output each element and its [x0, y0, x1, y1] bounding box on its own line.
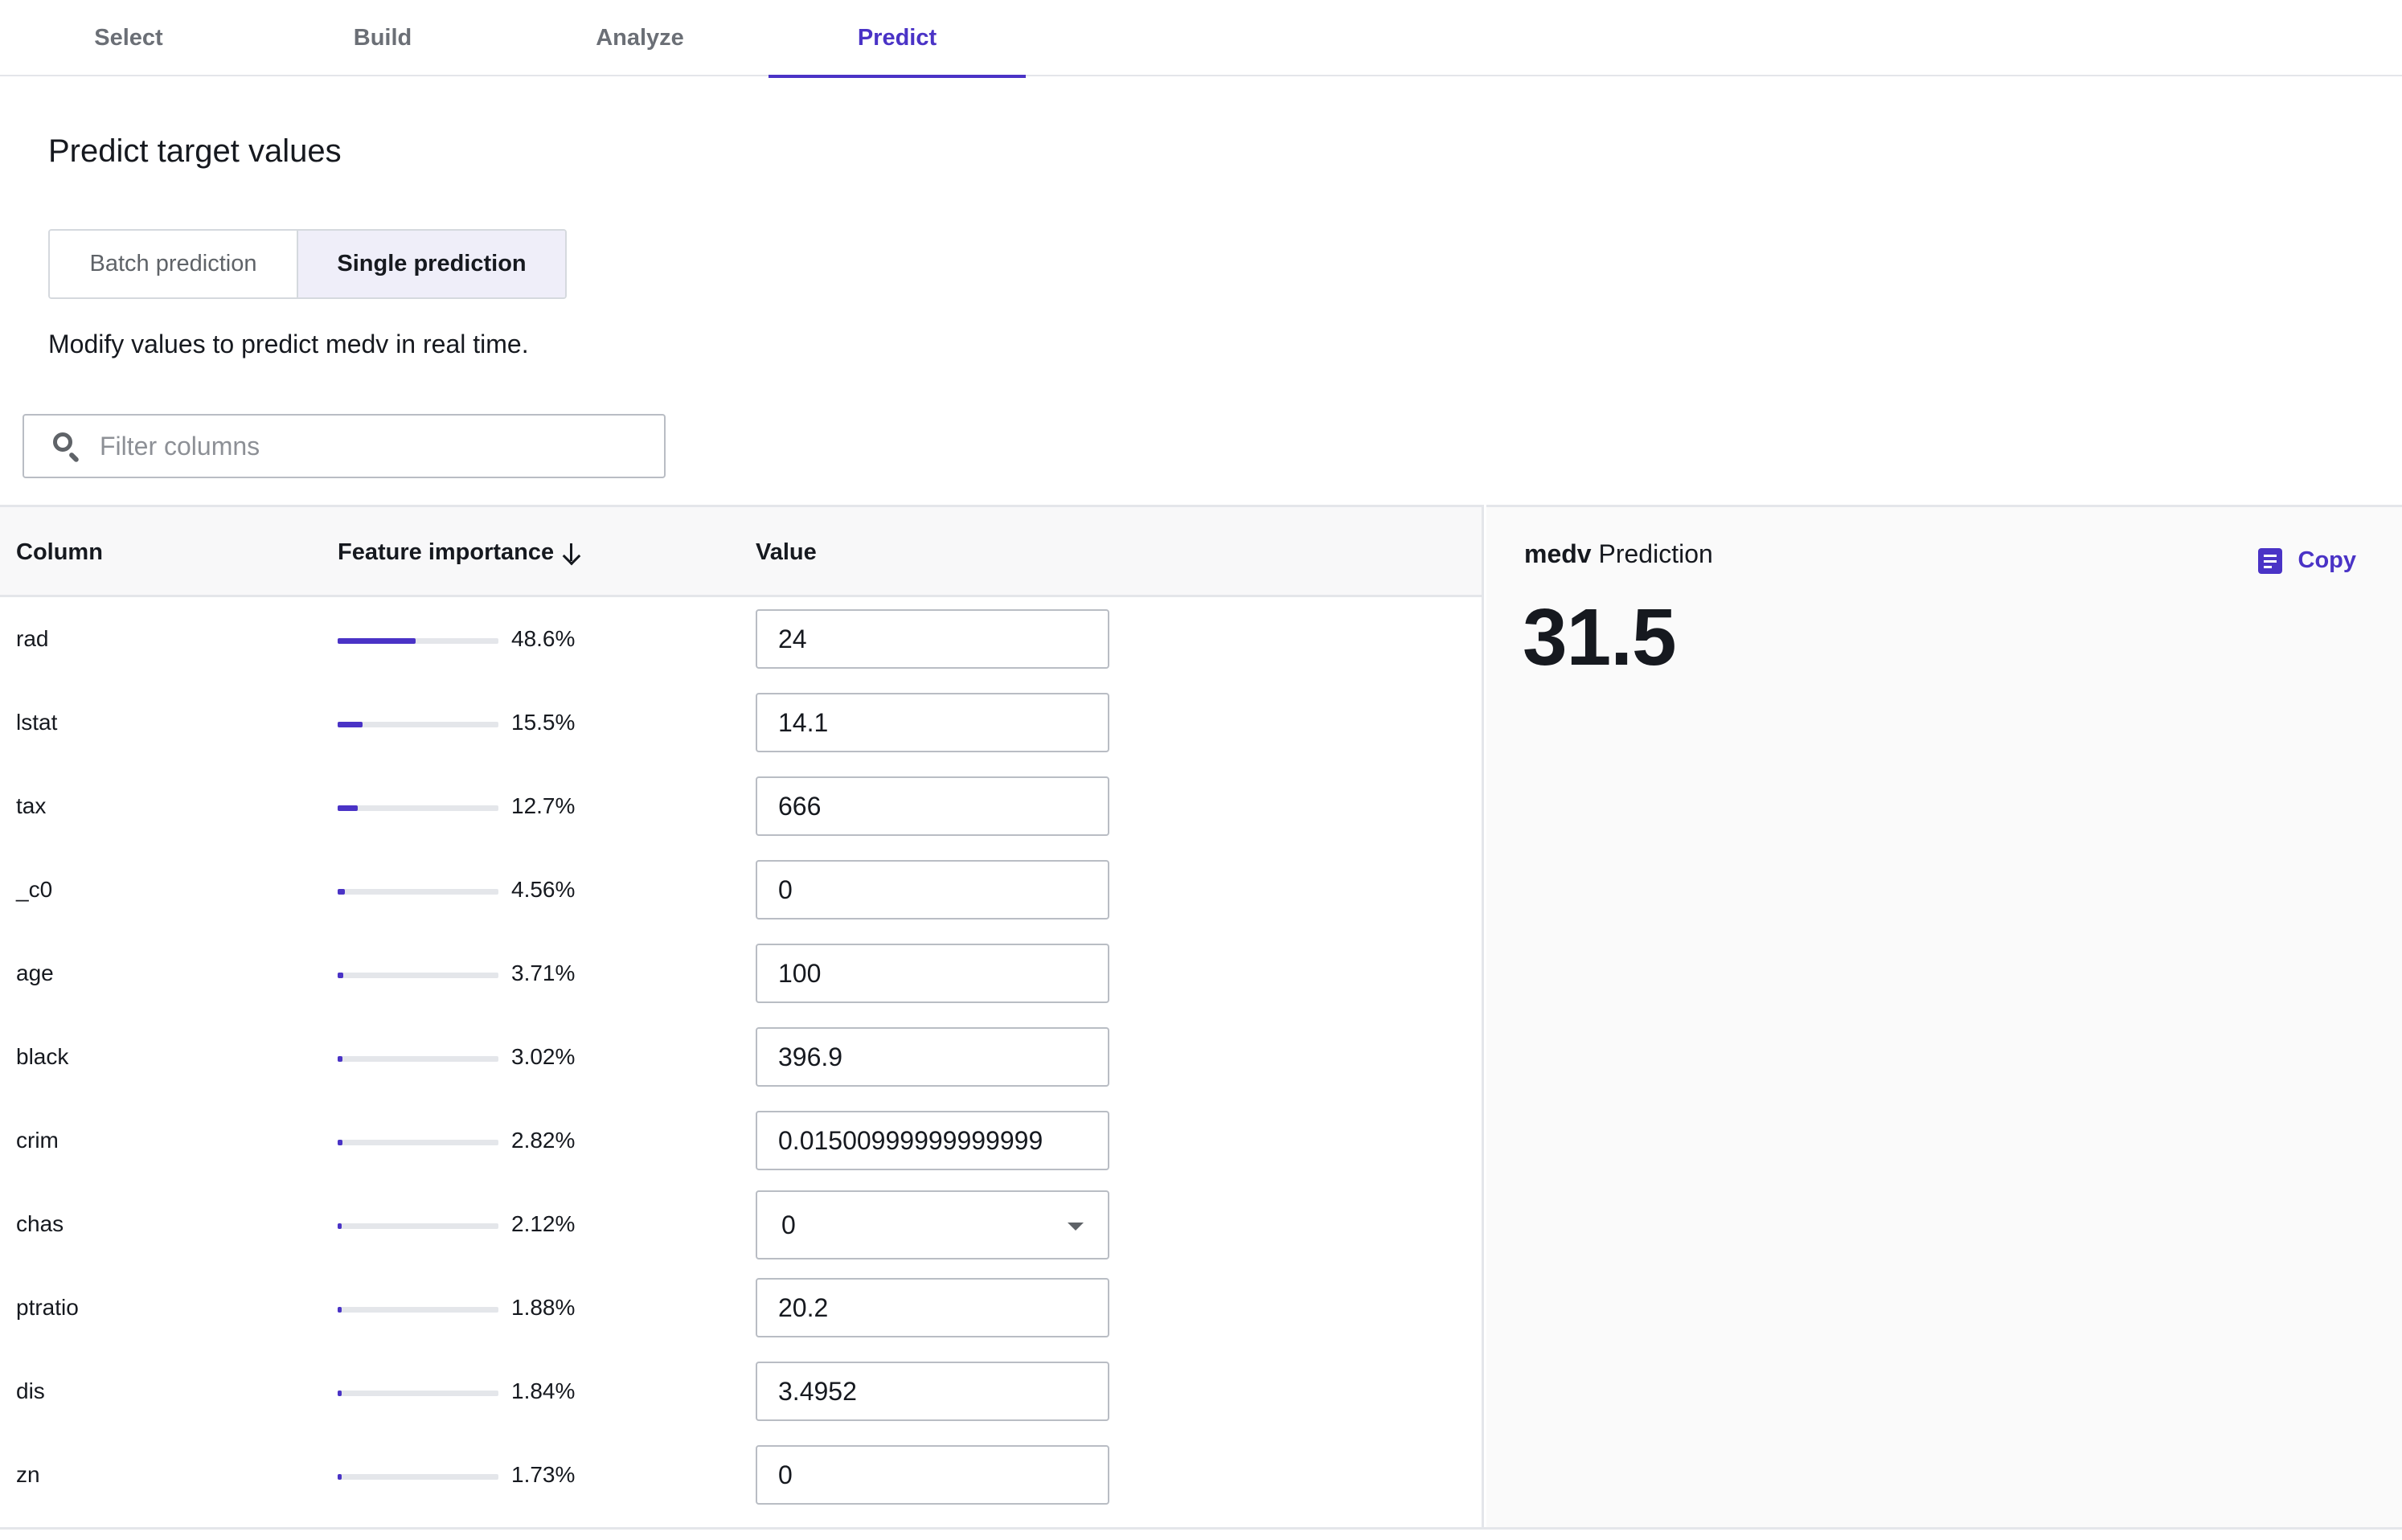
importance-percent: 12.7% — [511, 793, 576, 818]
column-name: chas — [16, 1211, 64, 1236]
value-input[interactable] — [756, 944, 1109, 1003]
column-name: age — [16, 960, 54, 985]
value-input[interactable] — [756, 860, 1109, 919]
column-name: _c0 — [16, 877, 53, 902]
column-name: zn — [16, 1462, 40, 1487]
importance-bar-fill — [338, 1223, 342, 1229]
importance-percent: 2.82% — [511, 1128, 576, 1153]
importance-percent: 1.88% — [511, 1295, 576, 1320]
sort-down-icon — [562, 540, 581, 566]
column-name: tax — [16, 793, 47, 818]
page-title: Predict target values — [48, 133, 342, 169]
importance-percent: 3.02% — [511, 1044, 576, 1069]
tab-select[interactable]: Select — [0, 0, 257, 76]
importance-bar — [338, 1223, 498, 1229]
importance-bar-fill — [338, 1307, 342, 1313]
table-row: zn 1.73% — [0, 1433, 1482, 1517]
importance-percent: 2.12% — [511, 1211, 576, 1236]
importance-bar-fill — [338, 889, 346, 895]
column-name: rad — [16, 626, 49, 651]
search-icon — [50, 429, 84, 464]
table-body: rad 48.6% lstat 15.5% tax 12.7% _c0 4.56% age 3.7… — [0, 597, 1482, 1517]
value-input[interactable] — [756, 609, 1109, 669]
bottom-divider — [0, 1527, 2402, 1530]
importance-percent: 15.5% — [511, 710, 576, 735]
importance-bar — [338, 1307, 498, 1313]
prediction-panel: medv Prediction 31.5 Copy — [1486, 505, 2402, 1530]
table-row: crim 2.82% — [0, 1099, 1482, 1182]
table-row: ptratio 1.88% — [0, 1266, 1482, 1350]
importance-bar — [338, 1056, 498, 1062]
column-name: black — [16, 1044, 69, 1069]
importance-bar-fill — [338, 722, 363, 727]
importance-bar — [338, 638, 498, 644]
value-input[interactable] — [756, 1278, 1109, 1337]
filter-columns-search — [23, 414, 666, 478]
table-row: rad 48.6% — [0, 597, 1482, 681]
importance-bar — [338, 1391, 498, 1396]
copy-label: Copy — [2297, 547, 2357, 573]
table-row: chas 2.12% 0 — [0, 1182, 1482, 1266]
importance-bar-fill — [338, 1391, 342, 1396]
importance-bar-fill — [338, 1140, 342, 1145]
prediction-target: medv — [1524, 539, 1592, 568]
value-input[interactable] — [756, 776, 1109, 836]
importance-bar — [338, 889, 498, 895]
feature-table: Column Feature importance Value rad 48.6%… — [0, 505, 1484, 1530]
description-text: Modify values to predict medv in real ti… — [48, 330, 529, 358]
tab-predict[interactable]: Predict — [769, 0, 1026, 78]
value-select[interactable]: 0 — [756, 1190, 1109, 1259]
value-input[interactable] — [756, 1027, 1109, 1087]
tab-build[interactable]: Build — [254, 0, 511, 76]
table-row: tax 12.7% — [0, 764, 1482, 848]
value-input[interactable] — [756, 1362, 1109, 1421]
tab-bar: Select Build Analyze Predict — [0, 0, 2402, 78]
importance-bar-fill — [338, 638, 416, 644]
copy-icon — [2257, 547, 2282, 574]
importance-percent: 4.56% — [511, 877, 576, 902]
feature-importance-header-label: Feature importance — [338, 539, 555, 565]
feature-importance-header[interactable]: Feature importance — [338, 507, 581, 597]
prediction-label-text: Prediction — [1598, 539, 1713, 568]
value-input[interactable] — [756, 1111, 1109, 1170]
column-name: crim — [16, 1128, 59, 1153]
column-name: ptratio — [16, 1295, 79, 1320]
importance-percent: 48.6% — [511, 626, 576, 651]
prediction-value: 31.5 — [1523, 592, 1677, 682]
caret-down-icon — [1068, 1223, 1084, 1231]
copy-button[interactable]: Copy — [2257, 547, 2357, 574]
column-name: dis — [16, 1378, 45, 1403]
prediction-mode-toggle: Batch prediction Single prediction — [48, 229, 567, 299]
importance-bar-fill — [338, 973, 344, 978]
table-row: _c0 4.56% — [0, 848, 1482, 932]
importance-bar-fill — [338, 1474, 342, 1480]
table-row: black 3.02% — [0, 1015, 1482, 1099]
importance-bar-fill — [338, 805, 359, 811]
importance-percent: 1.84% — [511, 1378, 576, 1403]
filter-columns-input[interactable] — [100, 431, 646, 461]
prediction-label: medv Prediction — [1524, 539, 1713, 569]
importance-bar — [338, 1140, 498, 1145]
importance-bar — [338, 1474, 498, 1480]
table-header: Column Feature importance Value — [0, 507, 1482, 597]
single-prediction-button[interactable]: Single prediction — [298, 231, 565, 297]
importance-bar — [338, 722, 498, 727]
value-select-text: 0 — [781, 1210, 796, 1239]
column-name: lstat — [16, 710, 58, 735]
value-input[interactable] — [756, 693, 1109, 752]
value-input[interactable] — [756, 1445, 1109, 1505]
importance-percent: 1.73% — [511, 1462, 576, 1487]
tab-analyze[interactable]: Analyze — [511, 0, 769, 76]
importance-bar-fill — [338, 1056, 343, 1062]
column-header: Column — [16, 539, 103, 565]
batch-prediction-button[interactable]: Batch prediction — [50, 231, 298, 297]
table-row: lstat 15.5% — [0, 681, 1482, 764]
importance-percent: 3.71% — [511, 960, 576, 985]
value-header: Value — [756, 539, 817, 565]
importance-bar — [338, 805, 498, 811]
table-row: age 3.71% — [0, 932, 1482, 1015]
importance-bar — [338, 973, 498, 978]
table-row: dis 1.84% — [0, 1350, 1482, 1433]
